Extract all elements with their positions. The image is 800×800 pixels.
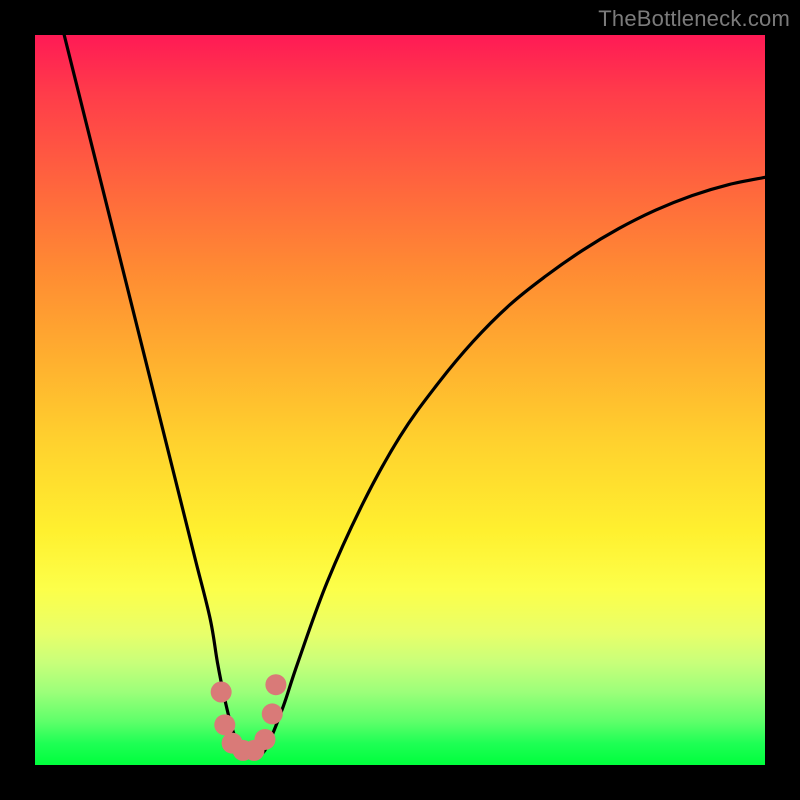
highlight-marker [214, 714, 235, 735]
curve-layer [64, 35, 765, 756]
chart-frame: TheBottleneck.com [0, 0, 800, 800]
highlight-marker [265, 674, 286, 695]
highlight-marker [211, 682, 232, 703]
chart-svg [35, 35, 765, 765]
chart-plot-area [35, 35, 765, 765]
highlight-markers [211, 674, 287, 761]
watermark-text: TheBottleneck.com [598, 6, 790, 32]
bottleneck-curve [64, 35, 765, 756]
highlight-marker [262, 703, 283, 724]
highlight-marker [254, 729, 275, 750]
